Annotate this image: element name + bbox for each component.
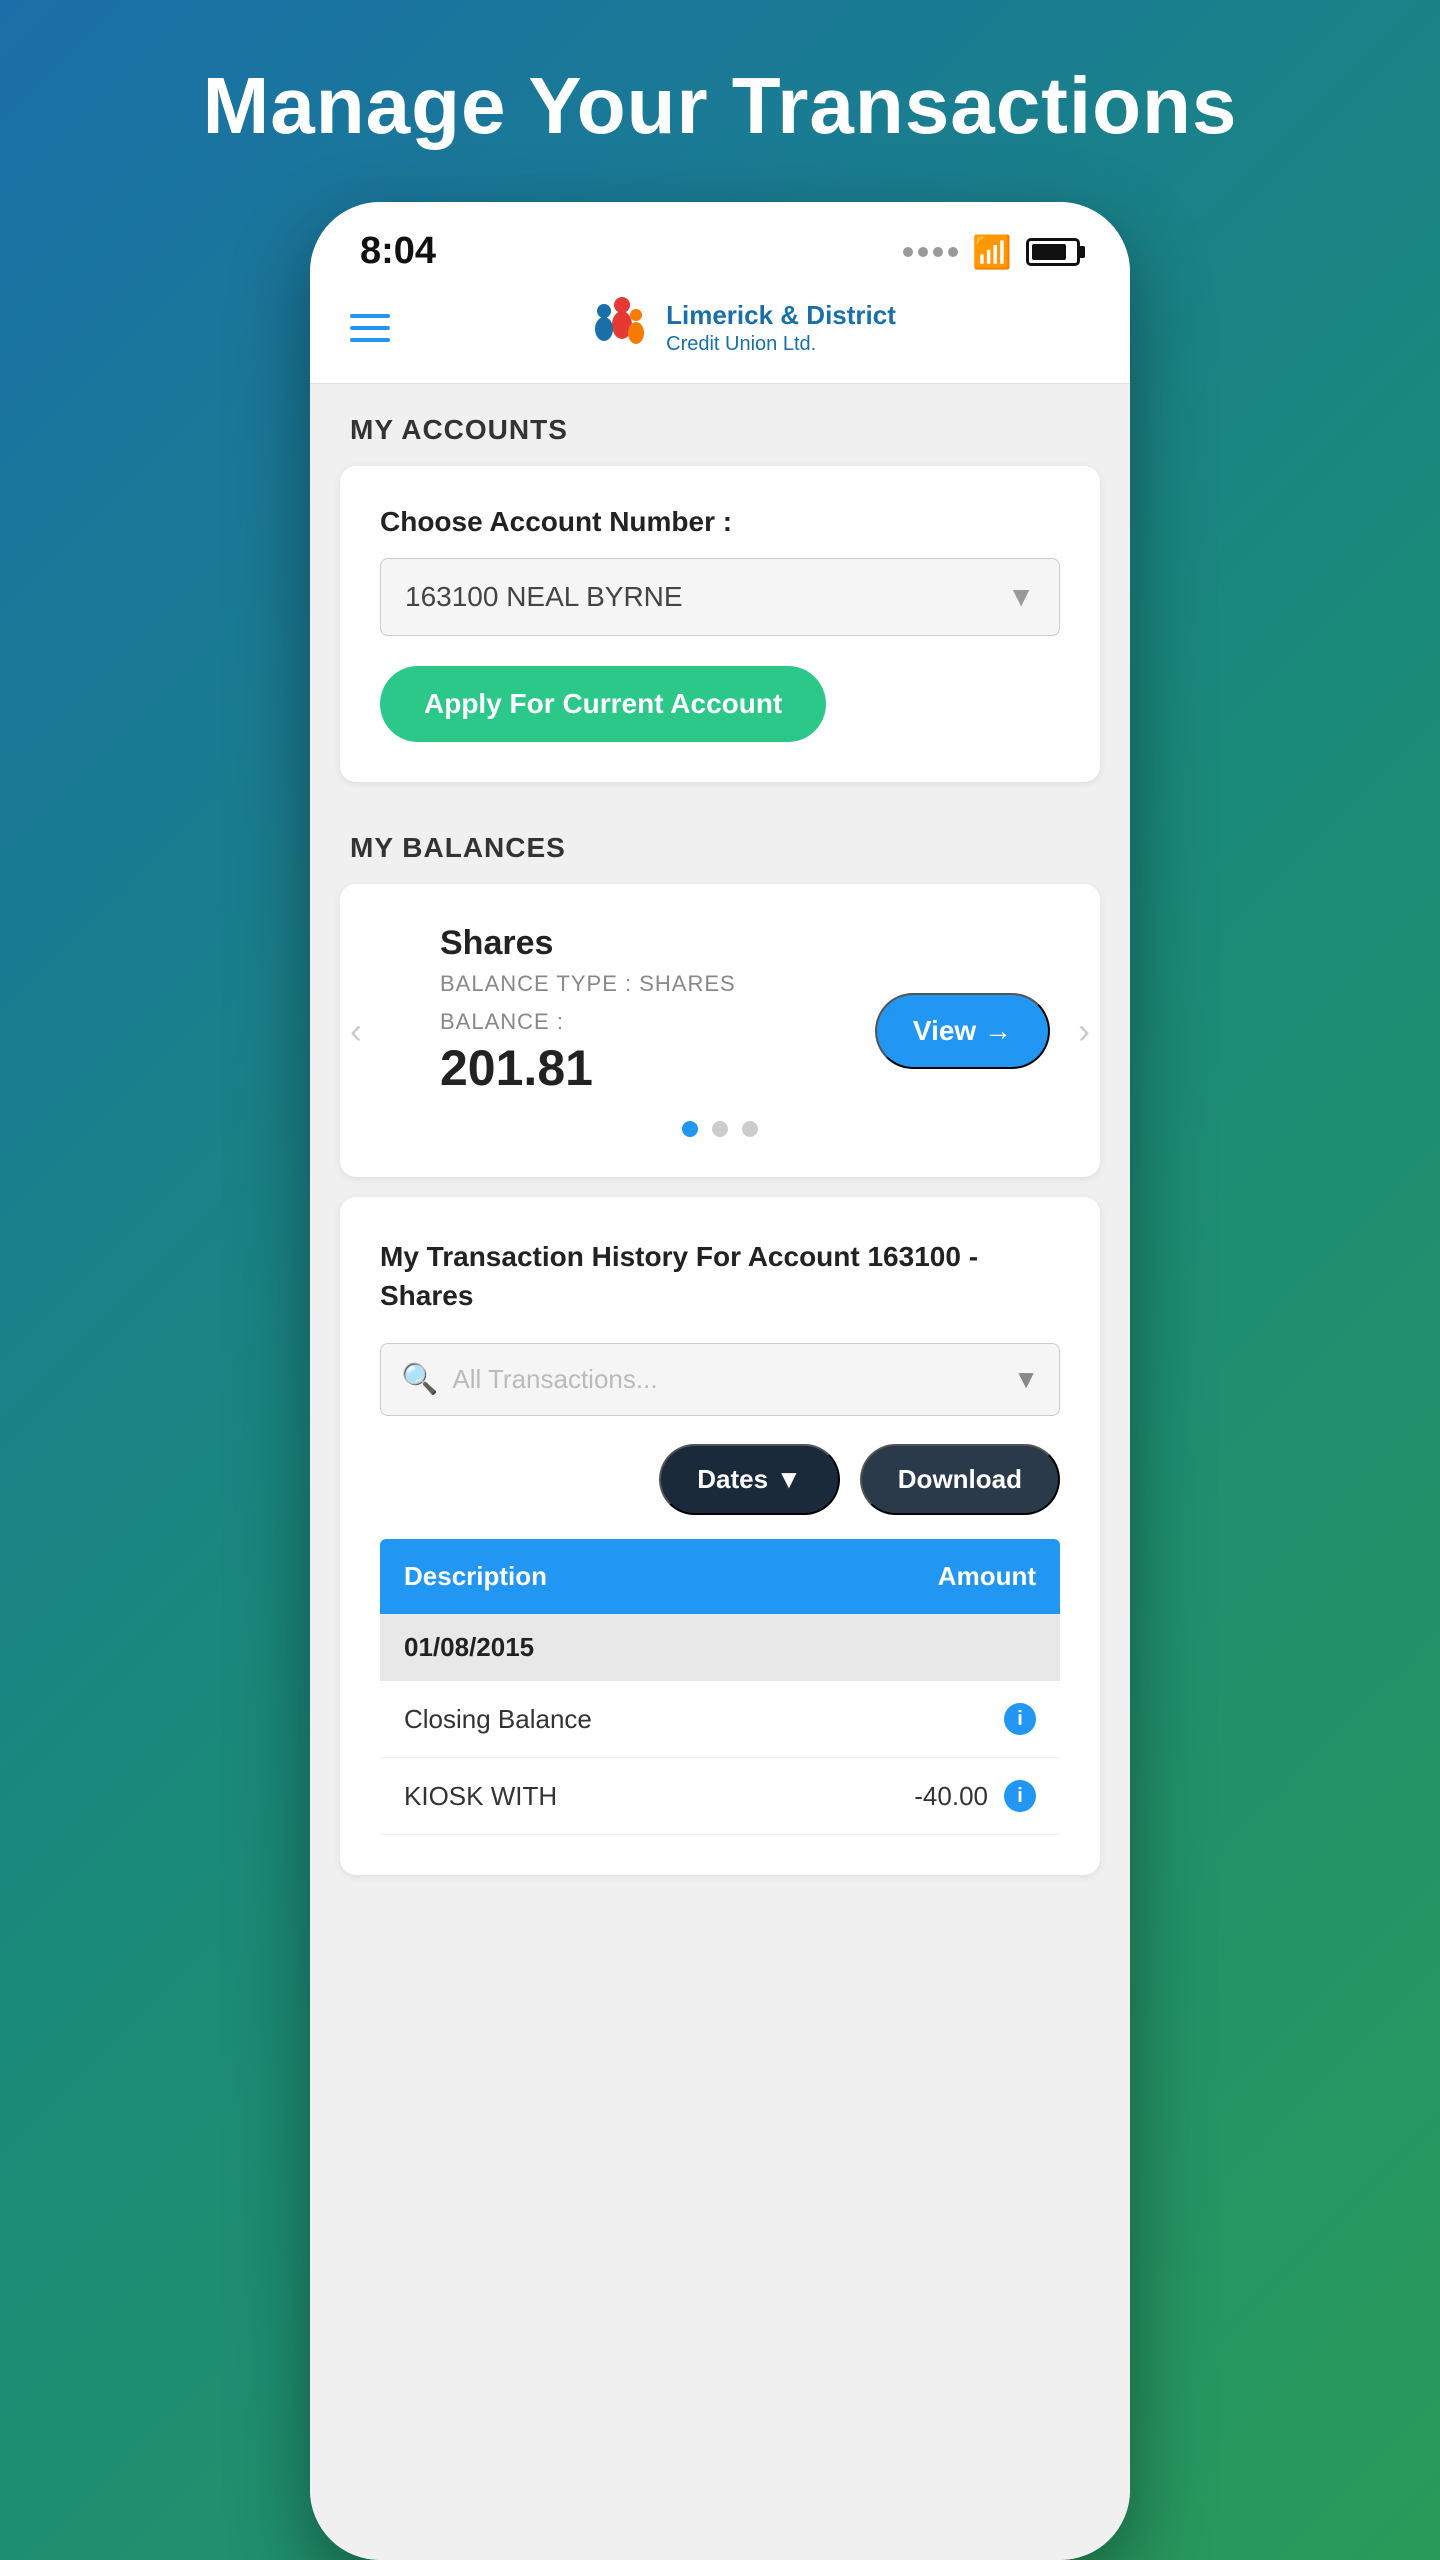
view-button[interactable]: View → (875, 993, 1050, 1069)
my-accounts-card: Choose Account Number : 163100 NEAL BYRN… (340, 466, 1100, 782)
signal-icon (903, 247, 958, 257)
battery-icon (1026, 238, 1080, 266)
account-value: 163100 NEAL BYRNE (405, 581, 683, 613)
trans-amount: -40.00 (868, 1781, 988, 1812)
carousel-dot-3[interactable] (742, 1121, 758, 1137)
search-icon: 🔍 (401, 1362, 438, 1397)
status-icons: 📶 (903, 233, 1080, 271)
balance-title: Shares (440, 924, 1000, 963)
table-row: KIOSK WITH -40.00 i (380, 1758, 1060, 1835)
wifi-icon: 📶 (972, 233, 1012, 271)
dates-button[interactable]: Dates ▼ (659, 1444, 840, 1515)
logo-sub: Credit Union Ltd. (666, 332, 896, 356)
account-select[interactable]: 163100 NEAL BYRNE ▼ (380, 558, 1060, 636)
search-input[interactable]: All Transactions... (452, 1364, 1013, 1395)
carousel-prev-button[interactable]: ‹ (350, 1010, 362, 1052)
date-row: 01/08/2015 (380, 1614, 1060, 1681)
action-buttons: Dates ▼ Download (380, 1444, 1060, 1515)
logo-icon (584, 293, 654, 363)
trans-description: KIOSK WITH (404, 1781, 868, 1812)
carousel-dot-1[interactable] (682, 1121, 698, 1137)
chevron-down-icon: ▼ (776, 1464, 802, 1495)
table-row: Closing Balance i (380, 1681, 1060, 1758)
col-description: Description (404, 1561, 876, 1592)
transaction-title: My Transaction History For Account 16310… (380, 1237, 1060, 1315)
status-time: 8:04 (360, 230, 436, 273)
status-bar: 8:04 📶 (310, 202, 1130, 283)
transactions-table: Description Amount 01/08/2015 Closing Ba… (380, 1539, 1060, 1835)
top-nav: Limerick & District Credit Union Ltd. (310, 283, 1130, 384)
trans-description: Closing Balance (404, 1704, 868, 1735)
content-area: MY ACCOUNTS Choose Account Number : 1631… (310, 384, 1130, 2560)
choose-account-label: Choose Account Number : (380, 506, 1060, 538)
phone-frame: 8:04 📶 (310, 202, 1130, 2560)
logo-text: Limerick & District Credit Union Ltd. (666, 300, 896, 355)
carousel-next-button[interactable]: › (1078, 1010, 1090, 1052)
carousel-dots (390, 1121, 1050, 1137)
my-accounts-label: MY ACCOUNTS (310, 384, 1130, 466)
menu-button[interactable] (350, 314, 390, 342)
table-header: Description Amount (380, 1539, 1060, 1614)
balances-wrapper: ‹ Shares BALANCE TYPE : SHARES BALANCE :… (340, 884, 1100, 1177)
transactions-card: My Transaction History For Account 16310… (340, 1197, 1100, 1875)
search-dropdown-icon: ▼ (1013, 1364, 1039, 1395)
page-title: Manage Your Transactions (163, 0, 1278, 202)
info-icon[interactable]: i (1004, 1703, 1036, 1735)
my-balances-label: MY BALANCES (310, 802, 1130, 884)
info-icon[interactable]: i (1004, 1780, 1036, 1812)
col-amount: Amount (876, 1561, 1036, 1592)
search-bar[interactable]: 🔍 All Transactions... ▼ (380, 1343, 1060, 1416)
balances-card: ‹ Shares BALANCE TYPE : SHARES BALANCE :… (340, 884, 1100, 1177)
logo-area: Limerick & District Credit Union Ltd. (584, 293, 896, 363)
logo-name: Limerick & District (666, 300, 896, 331)
download-button[interactable]: Download (860, 1444, 1060, 1515)
apply-current-account-button[interactable]: Apply For Current Account (380, 666, 826, 742)
chevron-down-icon: ▼ (1007, 581, 1035, 613)
carousel-dot-2[interactable] (712, 1121, 728, 1137)
